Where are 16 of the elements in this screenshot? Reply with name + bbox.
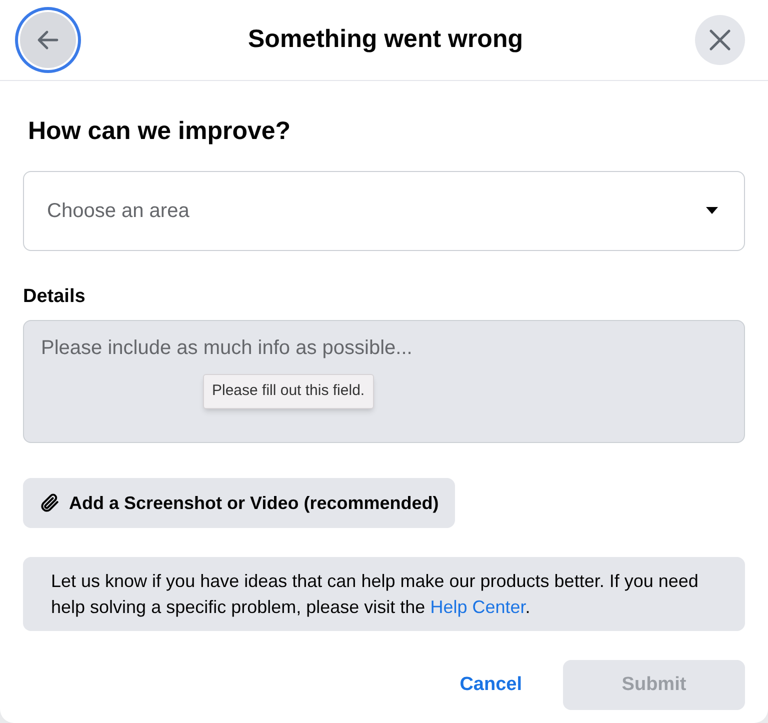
close-icon bbox=[709, 29, 731, 51]
paperclip-icon bbox=[39, 492, 61, 514]
details-label: Details bbox=[23, 284, 86, 308]
info-text: Let us know if you have ideas that can help make our products better. If you need help solving a specific problem, please visit the Help Center. bbox=[51, 570, 700, 619]
close-button[interactable] bbox=[695, 15, 745, 65]
back-arrow-icon bbox=[37, 30, 59, 50]
help-center-link[interactable]: Help Center bbox=[430, 597, 526, 617]
validation-tooltip: Please fill out this field. bbox=[203, 374, 374, 408]
attach-button[interactable]: Add a Screenshot or Video (recommended) bbox=[23, 478, 455, 528]
caret-icon bbox=[705, 206, 719, 215]
back-button[interactable] bbox=[20, 12, 76, 68]
cancel-button[interactable]: Cancel bbox=[448, 660, 534, 710]
dropdown-placeholder: Choose an area bbox=[47, 198, 190, 224]
area-dropdown[interactable]: Choose an area bbox=[23, 170, 745, 250]
section-heading: How can we improve? bbox=[28, 116, 292, 147]
dialog-title: Something went wrong bbox=[248, 24, 523, 56]
